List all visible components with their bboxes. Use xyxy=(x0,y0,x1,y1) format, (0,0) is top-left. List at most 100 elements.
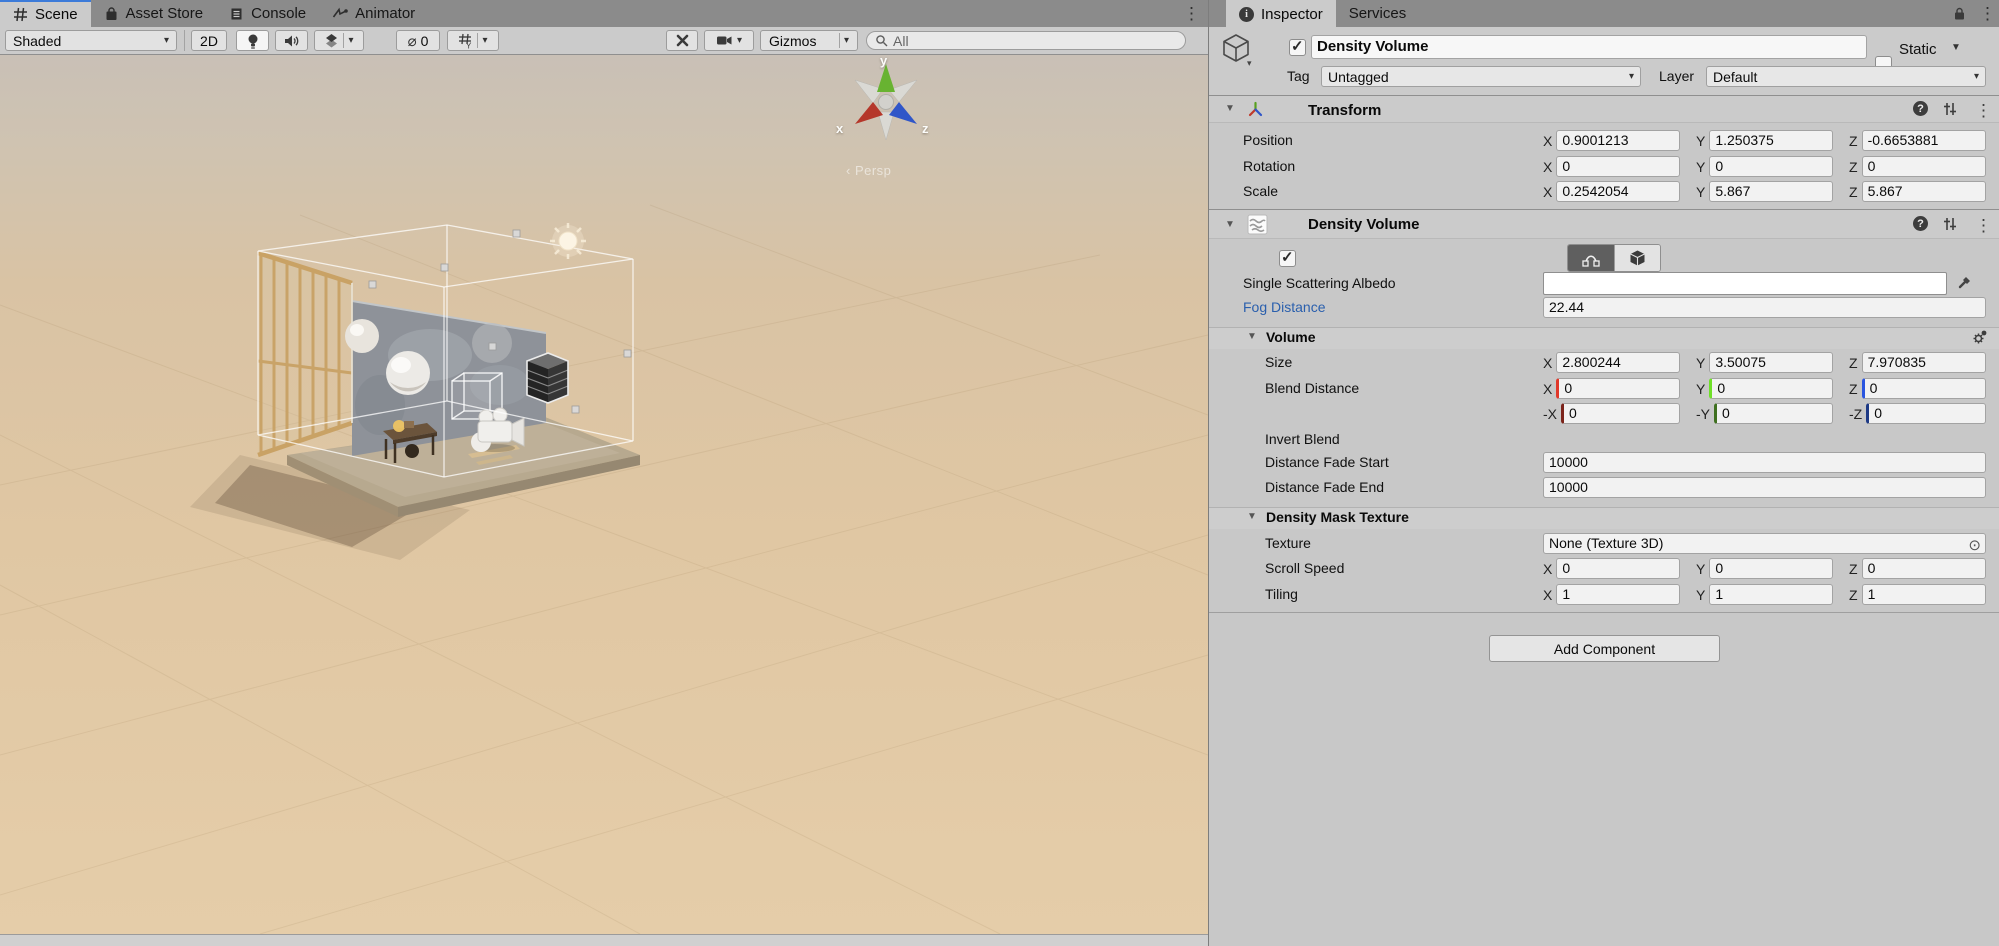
fog-distance-label[interactable]: Fog Distance xyxy=(1243,297,1325,318)
size-z-field[interactable]: 7.970835 xyxy=(1862,352,1986,373)
mask-foldout-icon[interactable]: ▼ xyxy=(1247,511,1257,522)
texture-label: Texture xyxy=(1265,533,1311,554)
axis-y-label[interactable]: y xyxy=(880,55,887,68)
rotation-z-field[interactable]: 0 xyxy=(1862,156,1986,177)
object-picker-icon[interactable]: ⊙ xyxy=(1968,536,1981,554)
add-component-button[interactable]: Add Component xyxy=(1489,635,1720,662)
scene-search-field[interactable]: All xyxy=(866,31,1186,50)
eyedropper-icon[interactable] xyxy=(1957,274,1973,295)
fog-distance-field[interactable]: 22.44 xyxy=(1543,297,1986,318)
tab-scene-label: Scene xyxy=(35,6,78,23)
position-x-field[interactable]: 0.9001213 xyxy=(1556,130,1680,151)
position-z-field[interactable]: -0.6653881 xyxy=(1862,130,1986,151)
scene-camera-button[interactable]: ▾ xyxy=(704,30,754,51)
fade-end-field[interactable]: 10000 xyxy=(1543,477,1986,498)
blend-z-field[interactable]: 0 xyxy=(1862,378,1986,399)
position-y-field[interactable]: 1.250375 xyxy=(1709,130,1833,151)
edit-shape-mode-button[interactable] xyxy=(1568,245,1614,271)
effects-toggle-button[interactable]: ▾ xyxy=(314,30,364,51)
tiling-x-field[interactable]: 1 xyxy=(1556,584,1680,605)
blend-x-field[interactable]: 0 xyxy=(1556,378,1680,399)
volume-section-header[interactable] xyxy=(1209,327,1999,349)
tab-inspector[interactable]: i Inspector xyxy=(1226,0,1336,27)
lock-icon[interactable] xyxy=(1953,6,1966,26)
effects-icon xyxy=(324,33,339,48)
toggle-2d-button[interactable]: 2D xyxy=(191,30,227,51)
toggle-2d-label: 2D xyxy=(200,33,218,49)
transform-foldout-icon[interactable]: ▼ xyxy=(1225,103,1235,114)
scene-toolbar: Shaded ▾ 2D ▾ ⌀ 0 Y xyxy=(0,27,1208,55)
grid-visibility-button[interactable]: Y ▾ xyxy=(447,30,499,51)
layer-label: Layer xyxy=(1659,66,1694,87)
scroll-z-field[interactable]: 0 xyxy=(1862,558,1986,579)
tag-value: Untagged xyxy=(1328,69,1389,85)
size-y-field[interactable]: 3.50075 xyxy=(1709,352,1833,373)
edit-volume-mode-button[interactable] xyxy=(1614,245,1660,271)
hidden-count: 0 xyxy=(421,33,429,49)
help-icon[interactable]: ? xyxy=(1913,216,1928,231)
help-icon[interactable]: ? xyxy=(1913,101,1928,116)
size-x-field[interactable]: 2.800244 xyxy=(1556,352,1680,373)
draw-mode-dropdown[interactable]: Shaded ▾ xyxy=(5,30,177,51)
position-label: Position xyxy=(1243,130,1293,151)
blend-neg-x-field[interactable]: 0 xyxy=(1561,403,1680,424)
transform-icon xyxy=(1247,101,1264,123)
blend-y-field[interactable]: 0 xyxy=(1709,378,1833,399)
lighting-toggle-button[interactable] xyxy=(236,30,269,51)
transform-menu-kebab[interactable]: ⋮ xyxy=(1975,97,1992,124)
component-enabled-checkbox[interactable]: ✓ xyxy=(1279,250,1296,267)
fade-start-field[interactable]: 10000 xyxy=(1543,452,1986,473)
presets-icon[interactable] xyxy=(1942,216,1958,237)
scene-viewport[interactable]: y x z ‹ Persp xyxy=(0,55,1208,934)
chevron-down-icon: ▾ xyxy=(348,35,353,46)
texture-object-field[interactable]: None (Texture 3D) ⊙ xyxy=(1543,533,1986,554)
rotation-x-field[interactable]: 0 xyxy=(1556,156,1680,177)
density-volume-menu-kebab[interactable]: ⋮ xyxy=(1975,212,1992,239)
density-volume-title: Density Volume xyxy=(1308,216,1419,233)
tag-dropdown[interactable]: Untagged ▾ xyxy=(1321,66,1641,87)
scale-label: Scale xyxy=(1243,181,1278,202)
static-dropdown-arrow[interactable]: ▼ xyxy=(1951,42,1961,53)
layer-dropdown[interactable]: Default ▾ xyxy=(1706,66,1986,87)
scene-menu-kebab[interactable]: ⋮ xyxy=(1183,0,1200,27)
scroll-y-field[interactable]: 0 xyxy=(1709,558,1833,579)
gizmos-dropdown[interactable]: Gizmos ▾ xyxy=(760,30,858,51)
scroll-x-field[interactable]: 0 xyxy=(1556,558,1680,579)
scale-x-field[interactable]: 0.2542054 xyxy=(1556,181,1680,202)
tab-asset-store-label: Asset Store xyxy=(126,5,204,22)
axis-x-label[interactable]: x xyxy=(836,121,843,136)
search-value: All xyxy=(893,33,909,49)
scale-z-field[interactable]: 5.867 xyxy=(1862,181,1986,202)
active-checkbox[interactable]: ✓ xyxy=(1289,39,1306,56)
gameobject-name-field[interactable]: Density Volume xyxy=(1311,35,1867,59)
y-axis-label: Y xyxy=(1696,561,1705,577)
speaker-icon xyxy=(284,34,300,48)
blend-neg-z-field[interactable]: 0 xyxy=(1866,403,1986,424)
y-axis-label: Y xyxy=(1696,159,1705,175)
blend-neg-y-field[interactable]: 0 xyxy=(1714,403,1833,424)
tiling-z-field[interactable]: 1 xyxy=(1862,584,1986,605)
tools-button[interactable] xyxy=(666,30,698,51)
volume-foldout-icon[interactable]: ▼ xyxy=(1247,331,1257,342)
tiling-y-field[interactable]: 1 xyxy=(1709,584,1833,605)
x-axis-label: X xyxy=(1543,184,1552,200)
tab-console[interactable]: Console xyxy=(216,0,319,27)
scale-y-field[interactable]: 5.867 xyxy=(1709,181,1833,202)
presets-icon[interactable] xyxy=(1942,101,1958,122)
audio-toggle-button[interactable] xyxy=(275,30,308,51)
albedo-color-swatch[interactable] xyxy=(1543,272,1947,295)
icon-picker-arrow[interactable]: ▾ xyxy=(1247,58,1252,69)
chevron-down-icon: ▾ xyxy=(1629,71,1634,82)
hidden-objects-toggle[interactable]: ⌀ 0 xyxy=(396,30,440,51)
tab-animator[interactable]: Animator xyxy=(319,0,428,27)
rotation-y-field[interactable]: 0 xyxy=(1709,156,1833,177)
tab-services[interactable]: Services xyxy=(1336,0,1420,27)
density-volume-foldout-icon[interactable]: ▼ xyxy=(1225,219,1235,230)
perspective-toggle[interactable]: ‹ Persp xyxy=(846,163,891,178)
inspector-menu-kebab[interactable]: ⋮ xyxy=(1979,0,1996,27)
tab-asset-store[interactable]: Asset Store xyxy=(91,0,217,27)
tab-scene[interactable]: Scene xyxy=(0,0,91,27)
axis-z-label[interactable]: z xyxy=(922,121,929,136)
tiling-row: X1 Y1 Z1 xyxy=(1543,584,1986,605)
advanced-gear-icon[interactable] xyxy=(1971,330,1987,351)
